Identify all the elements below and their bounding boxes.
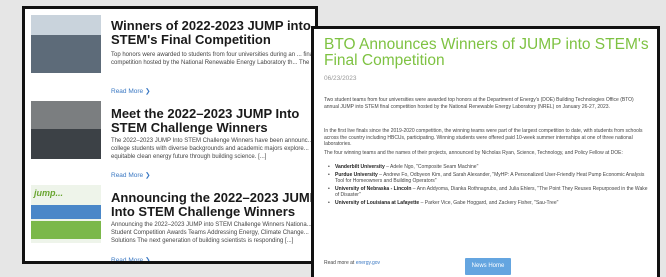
read-more-link[interactable]: Read More ❯ xyxy=(111,87,150,95)
article-item: Meet the 2022–2023 JUMP Into STEM Challe… xyxy=(31,101,315,181)
read-more-link[interactable]: Read More ❯ xyxy=(111,171,150,179)
article-thumbnail[interactable]: jump... xyxy=(31,185,101,243)
article-item: jump... Announcing the 2022–2023 JUMP In… xyxy=(31,185,315,264)
article-title[interactable]: Announcing the 2022–2023 JUMP Into STEM … xyxy=(111,191,315,219)
chevron-right-icon: ❯ xyxy=(144,172,151,179)
article-date: 06/23/2023 xyxy=(324,75,357,82)
article-thumbnail[interactable] xyxy=(31,101,101,159)
article-thumbnail[interactable] xyxy=(31,15,101,73)
article-excerpt: The 2022–2023 JUMP Into STEM Challenge W… xyxy=(111,138,313,160)
list-item: Purdue University – Andrew Fo, Odbyeon K… xyxy=(328,172,650,185)
read-more-line: Read more at energy.gov xyxy=(324,260,381,266)
article-paragraph: Two student teams from four universities… xyxy=(324,97,634,110)
news-home-button[interactable]: News Home xyxy=(465,258,511,275)
article-excerpt: Announcing the 2022–2023 JUMP into STEM … xyxy=(111,222,312,244)
list-item: University of Nebraska - Lincoln – Ann A… xyxy=(328,186,650,199)
list-item: University of Louisiana at Lafayette – P… xyxy=(328,200,650,207)
article-paragraph: The four winning teams and the names of … xyxy=(324,150,623,156)
article-detail-window: BTO Announces Winners of JUMP into STEM'… xyxy=(311,26,660,277)
winners-list: Vanderbilt University – Adele Ngo, "Comp… xyxy=(328,164,650,207)
article-list-window: Winners of 2022-2023 JUMP into STEM's Fi… xyxy=(22,6,318,264)
thumbnail-label: jump... xyxy=(34,188,63,198)
article-excerpt: Top honors were awarded to students from… xyxy=(111,52,318,66)
chevron-right-icon: ❯ xyxy=(144,257,151,264)
chevron-right-icon: ❯ xyxy=(144,88,151,95)
list-item: Vanderbilt University – Adele Ngo, "Comp… xyxy=(328,164,650,171)
article-title: BTO Announces Winners of JUMP into STEM'… xyxy=(324,36,649,69)
read-more-link[interactable]: Read More ❯ xyxy=(111,256,151,264)
article-item: Winners of 2022-2023 JUMP into STEM's Fi… xyxy=(31,15,318,95)
article-title[interactable]: Meet the 2022–2023 JUMP Into STEM Challe… xyxy=(111,107,315,135)
article-title[interactable]: Winners of 2022-2023 JUMP into STEM's Fi… xyxy=(111,19,315,47)
energy-gov-link[interactable]: energy.gov xyxy=(356,260,380,266)
article-paragraph: In the first live finals since the 2019-… xyxy=(324,128,643,147)
